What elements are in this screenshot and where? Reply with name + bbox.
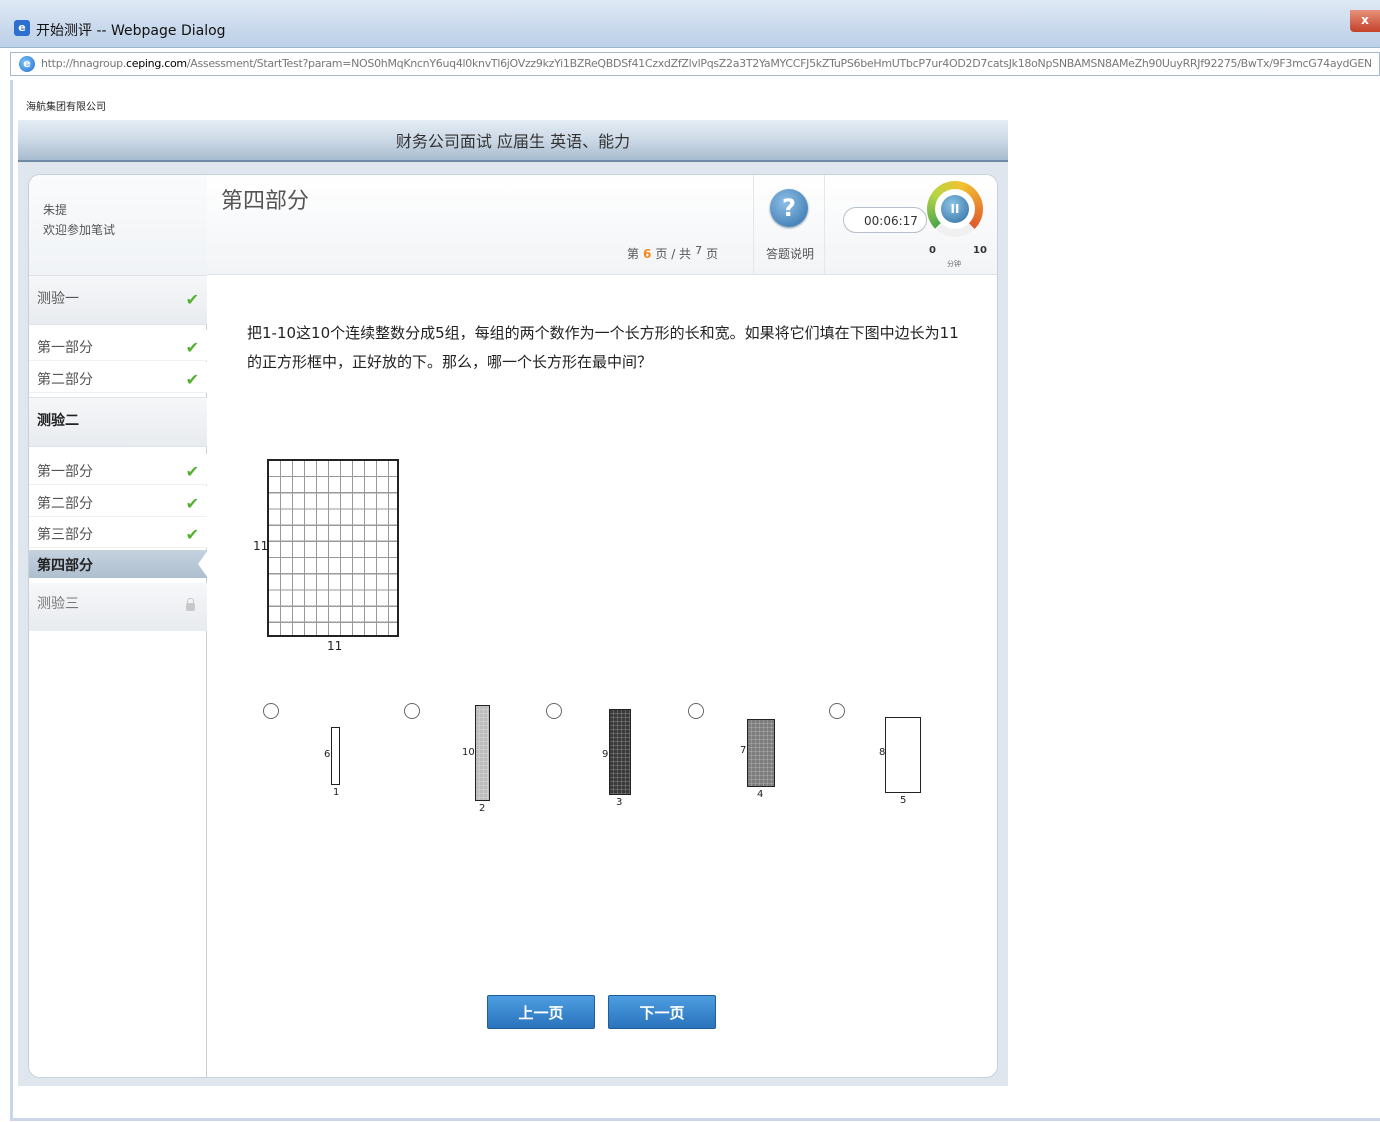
option-4-radio[interactable]	[688, 703, 704, 719]
square-grid-figure	[267, 459, 399, 637]
gauge-unit-label: 分钟	[947, 260, 961, 268]
url-prefix: http://hnagroup.	[41, 57, 127, 70]
total-pages: 7	[695, 244, 703, 257]
user-info: 朱提 欢迎参加笔试	[29, 175, 207, 275]
option-3-radio[interactable]	[546, 703, 562, 719]
grid-bottom-label: 11	[327, 639, 343, 653]
option-1-side-label: 6	[324, 749, 331, 760]
time-gauge: II	[927, 181, 983, 237]
help-icon[interactable]: ?	[770, 189, 808, 227]
exam-panel: 朱提 欢迎参加笔试 测验一 ✔ 第一部分 ✔ 第二部分 ✔ 测验二 第一部分 ✔…	[28, 174, 998, 1078]
sidebar-item-label: 第二部分	[37, 372, 93, 388]
question-area: 把1-10这10个连续整数分成5组，每组的两个数作为一个长方形的长和宽。如果将它…	[207, 275, 997, 1077]
window-titlebar: e 开始测评 -- Webpage Dialog x	[0, 0, 1380, 48]
banner-title: 财务公司面试 应届生 英语、能力	[395, 132, 631, 151]
grid-side-label: 11	[253, 539, 269, 553]
sidebar-item-label: 第三部分	[37, 527, 93, 543]
next-page-button[interactable]: 下一页	[608, 995, 716, 1029]
question-text: 把1-10这10个连续整数分成5组，每组的两个数作为一个长方形的长和宽。如果将它…	[247, 324, 959, 371]
sidebar-item-test2-part3[interactable]: 第三部分 ✔	[29, 517, 207, 548]
sidebar-item-label: 第一部分	[37, 464, 93, 480]
user-name: 朱提	[43, 203, 68, 217]
check-icon: ✔	[185, 525, 199, 544]
sidebar-item-test2-part4[interactable]: 第四部分	[29, 550, 208, 578]
option-2-rectangle	[475, 705, 490, 801]
gauge-center: II	[935, 189, 975, 229]
sidebar-item-label: 第四部分	[37, 558, 93, 574]
browser-icon: e	[19, 56, 35, 72]
option-2-number: 2	[479, 803, 486, 814]
window-title: 开始测评 -- Webpage Dialog	[36, 23, 226, 39]
sidebar-item-label: 测验一	[37, 291, 79, 307]
check-icon: ✔	[185, 290, 199, 309]
sidebar: 朱提 欢迎参加笔试 测验一 ✔ 第一部分 ✔ 第二部分 ✔ 测验二 第一部分 ✔…	[29, 175, 208, 1077]
page-indicator: 第6页 / 共7页	[627, 244, 719, 262]
check-icon: ✔	[185, 462, 199, 481]
sidebar-item-test-3[interactable]: 测验三	[29, 583, 207, 631]
sidebar-item-label: 测验三	[37, 596, 79, 612]
url-text[interactable]: http://hnagroup.ceping.com/Assessment/St…	[41, 57, 1371, 70]
current-page: 6	[643, 247, 652, 261]
sidebar-item-label: 第一部分	[37, 340, 93, 356]
check-icon: ✔	[185, 370, 199, 389]
section-header: 第四部分 第6页 / 共7页 ? 答题说明 00:06:17 II 0 10 分…	[207, 175, 997, 275]
option-5-number: 5	[900, 795, 907, 806]
sidebar-item-test-2[interactable]: 测验二	[29, 397, 207, 447]
check-icon: ✔	[185, 494, 199, 513]
gauge-max-label: 10	[973, 245, 987, 256]
exam-banner: 财务公司面试 应届生 英语、能力	[18, 120, 1008, 162]
option-1-radio[interactable]	[263, 703, 279, 719]
pause-icon[interactable]: II	[941, 195, 969, 223]
prev-page-button[interactable]: 上一页	[487, 995, 595, 1029]
sidebar-item-test-1[interactable]: 测验一 ✔	[29, 275, 207, 325]
window-frame-bottom	[10, 1118, 1380, 1121]
option-4-side-label: 7	[740, 745, 747, 756]
url-domain: ceping.com	[126, 57, 187, 70]
check-icon: ✔	[185, 338, 199, 357]
elapsed-time: 00:06:17	[864, 214, 918, 228]
sidebar-item-test2-part1[interactable]: 第一部分 ✔	[29, 454, 207, 485]
sidebar-item-test1-part1[interactable]: 第一部分 ✔	[29, 330, 207, 361]
welcome-text: 欢迎参加笔试	[43, 223, 116, 237]
option-3-side-label: 9	[602, 749, 609, 760]
ie-app-icon: e	[14, 20, 30, 36]
timer-display: 00:06:17	[843, 207, 927, 233]
sidebar-item-label: 测验二	[37, 413, 79, 429]
address-bar[interactable]: e http://hnagroup.ceping.com/Assessment/…	[10, 52, 1380, 76]
option-4-number: 4	[757, 789, 764, 800]
option-5-rectangle	[885, 717, 921, 793]
url-path: /Assessment/StartTest?param=NOS0hMqKncnY…	[186, 57, 1371, 70]
close-icon[interactable]: x	[1350, 10, 1380, 32]
option-3-rectangle	[609, 709, 631, 795]
option-2-side-label: 10	[462, 747, 475, 758]
page-suffix: 页	[706, 247, 719, 261]
page-mid: 页 / 共	[655, 247, 692, 261]
lock-icon	[186, 598, 195, 611]
sidebar-item-test1-part2[interactable]: 第二部分 ✔	[29, 362, 207, 393]
section-title: 第四部分	[221, 189, 310, 214]
option-1-rectangle	[331, 727, 340, 785]
option-5-radio[interactable]	[829, 703, 845, 719]
company-name: 海航集团有限公司	[26, 102, 106, 113]
option-4-rectangle	[747, 719, 775, 787]
option-2-radio[interactable]	[404, 703, 420, 719]
gauge-min-label: 0	[929, 245, 936, 256]
option-1-number: 1	[333, 787, 340, 798]
sidebar-item-label: 第二部分	[37, 496, 93, 512]
option-3-number: 3	[616, 797, 623, 808]
sidebar-item-test2-part2[interactable]: 第二部分 ✔	[29, 486, 207, 517]
window-frame-left	[10, 80, 13, 1120]
help-label[interactable]: 答题说明	[766, 245, 814, 262]
page-prefix: 第	[627, 247, 640, 261]
help-button[interactable]: ? 答题说明	[753, 175, 825, 275]
